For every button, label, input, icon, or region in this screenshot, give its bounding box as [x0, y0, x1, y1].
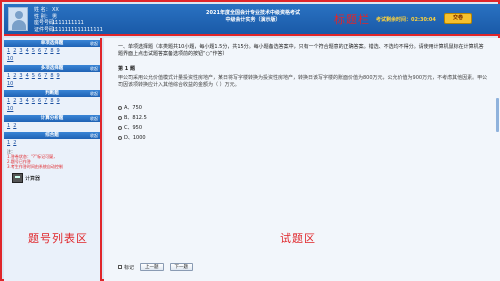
- question-number-row: 123456789: [4, 72, 100, 80]
- question-number-link[interactable]: 6: [38, 73, 41, 79]
- question-number-row: 123456789: [4, 97, 100, 105]
- question-number-link[interactable]: 10: [7, 56, 13, 62]
- question-number-link[interactable]: 6: [38, 98, 41, 104]
- question-number-link[interactable]: 1: [7, 123, 10, 129]
- title-bar: 姓 名：XX 性 别：男 座号号码：1111111111 证件号码：111111…: [4, 4, 500, 36]
- question-number-link[interactable]: 4: [26, 98, 29, 104]
- question-nav-bar: 标记 上一题 下一题: [118, 263, 194, 271]
- question-number-link[interactable]: 8: [50, 98, 53, 104]
- question-number-link[interactable]: 9: [57, 98, 60, 104]
- calculator-icon: [12, 173, 23, 183]
- question-number-link[interactable]: 9: [57, 73, 60, 79]
- question-number-link[interactable]: 2: [13, 98, 16, 104]
- submit-exam-button[interactable]: 交卷: [444, 13, 472, 24]
- mark-label: 标记: [124, 264, 135, 271]
- question-number-link[interactable]: 9: [57, 48, 60, 54]
- question-number-row: 12: [4, 139, 100, 147]
- question-number-link[interactable]: 5: [32, 73, 35, 79]
- question-number-link[interactable]: 3: [19, 73, 22, 79]
- user-avatar-icon: [8, 7, 28, 31]
- question-list-panel: 单项选择题 收起 123456789 10 多项选择题 收起 123456789 1…: [4, 38, 102, 281]
- question-area-annotation: 试题区: [280, 232, 316, 245]
- section-header[interactable]: 判断题 收起: [4, 90, 100, 97]
- answer-option-b[interactable]: B、812.5: [118, 114, 147, 121]
- mark-checkbox[interactable]: [118, 265, 122, 269]
- question-number-row: 12: [4, 122, 100, 130]
- question-stem: 甲公司采用公允价值模式计量投资性房地产，某日将写字楼转换为投资性房地产，转换日该…: [118, 75, 488, 88]
- question-number-link[interactable]: 8: [50, 48, 53, 54]
- question-number-link[interactable]: 2: [13, 123, 16, 129]
- question-number-row: 10: [4, 80, 100, 88]
- question-list-annotation: 题号列表区: [28, 232, 88, 245]
- title-bar-annotation: 标题栏: [334, 13, 370, 26]
- question-number-row: 10: [4, 55, 100, 63]
- question-number-link[interactable]: 3: [19, 98, 22, 104]
- section-true-false: 判断题 收起 123456789 10: [4, 90, 100, 113]
- question-number: 第 1 题: [118, 66, 135, 72]
- legend-notes: 注： 1.答卷状态：“?”标记可疑， 2.题号已作答 3.考生作答时间由系统自动…: [7, 149, 63, 169]
- section-header[interactable]: 单项选择题 收起: [4, 40, 100, 47]
- question-number-link[interactable]: 1: [7, 73, 10, 79]
- question-number-link[interactable]: 2: [13, 48, 16, 54]
- section-header[interactable]: 综合题 收起: [4, 132, 100, 139]
- question-number-link[interactable]: 1: [7, 48, 10, 54]
- question-number-link[interactable]: 3: [19, 48, 22, 54]
- question-area: 一、单项选择题（本类题共10小题，每小题1.5分，共15分。每小题备选答案中，只…: [104, 38, 500, 281]
- question-number-link[interactable]: 10: [7, 81, 13, 87]
- question-number-link[interactable]: 1: [7, 98, 10, 104]
- answer-option-c[interactable]: C、950: [118, 124, 142, 131]
- next-question-button[interactable]: 下一题: [169, 263, 194, 271]
- radio-icon: [118, 115, 122, 120]
- question-number-link[interactable]: 6: [38, 48, 41, 54]
- remaining-time: 考试剩余时间：02:30:04: [376, 17, 436, 23]
- radio-icon: [118, 105, 122, 110]
- question-number-link[interactable]: 7: [44, 98, 47, 104]
- question-number-link[interactable]: 10: [7, 106, 13, 112]
- question-number-link[interactable]: 2: [13, 73, 16, 79]
- question-number-link[interactable]: 8: [50, 73, 53, 79]
- section-header[interactable]: 计算分析题 收起: [4, 115, 100, 122]
- question-number-link[interactable]: 7: [44, 73, 47, 79]
- question-number-link[interactable]: 4: [26, 73, 29, 79]
- question-number-row: 123456789: [4, 47, 100, 55]
- question-number-link[interactable]: 2: [13, 140, 16, 146]
- question-number-link[interactable]: 4: [26, 48, 29, 54]
- question-number-link[interactable]: 7: [44, 48, 47, 54]
- question-number-link[interactable]: 5: [32, 98, 35, 104]
- section-comprehensive: 综合题 收起 12: [4, 132, 100, 147]
- section-calculation: 计算分析题 收起 12: [4, 115, 100, 130]
- question-number-link[interactable]: 1: [7, 140, 10, 146]
- radio-icon: [118, 135, 122, 140]
- answer-option-a[interactable]: A、750: [118, 104, 142, 111]
- question-number-row: 10: [4, 105, 100, 113]
- section-header[interactable]: 多项选择题 收起: [4, 65, 100, 72]
- exam-window: 姓 名：XX 性 别：男 座号号码：1111111111 证件号码：111111…: [0, 0, 500, 281]
- prev-question-button[interactable]: 上一题: [140, 263, 164, 271]
- question-number-link[interactable]: 5: [32, 48, 35, 54]
- calculator-button[interactable]: 计算器: [12, 173, 100, 183]
- candidate-id-number: 证件号码：1111111111111111: [34, 26, 103, 33]
- radio-icon: [118, 125, 122, 130]
- answer-option-d[interactable]: D、1000: [118, 134, 146, 141]
- section-multiple-choice: 多项选择题 收起 123456789 10: [4, 65, 100, 88]
- exam-title: 2021年度全国会计专业技术中级资格考试 中级会计实务（演示版）: [206, 10, 300, 23]
- section-single-choice: 单项选择题 收起 123456789 10: [4, 40, 100, 63]
- scrollbar-thumb[interactable]: [496, 98, 499, 132]
- section-instructions: 一、单项选择题（本类题共10小题，每小题1.5分，共15分。每小题备选答案中，只…: [118, 44, 484, 57]
